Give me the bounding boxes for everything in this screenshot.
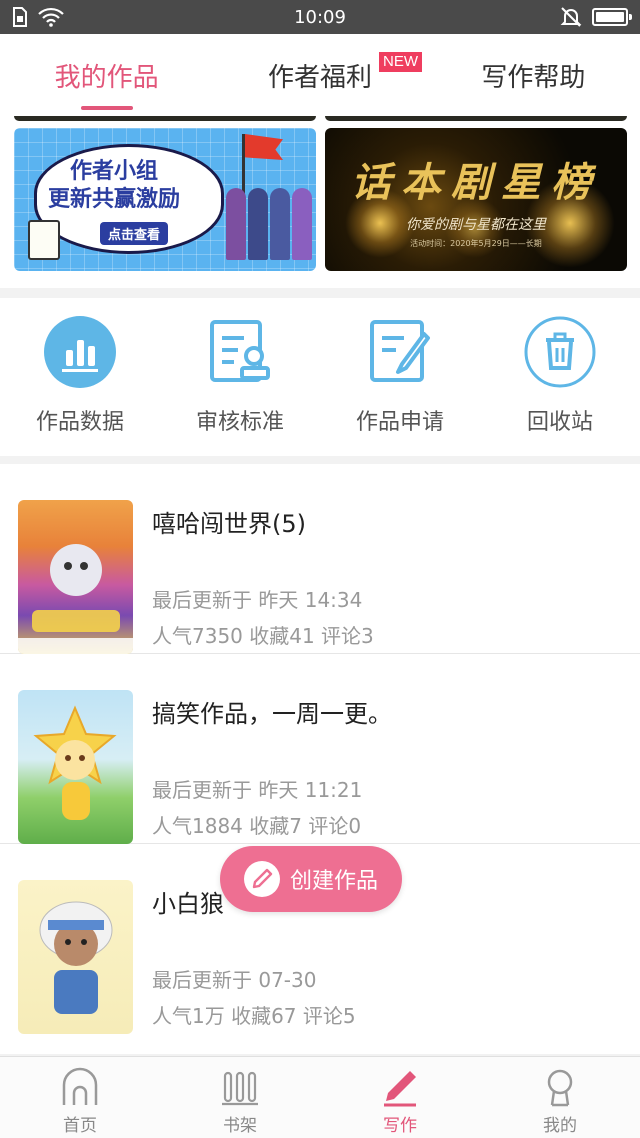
work-title: 小白狼 — [152, 890, 224, 918]
banner-title: 话本剧星榜 — [351, 159, 601, 206]
quick-label: 作品数据 — [35, 410, 124, 435]
work-update-time: 最后更新于 昨天 11:21 — [152, 778, 363, 802]
tab-author-benefits[interactable]: 作者福利 NEW — [260, 34, 422, 116]
home-icon — [58, 1065, 102, 1109]
pencil-icon — [243, 861, 280, 897]
review-document-icon — [204, 316, 276, 388]
nav-bookshelf[interactable]: 书架 — [190, 1057, 290, 1138]
quick-actions: 作品数据 审核标准 作品申请 回收站 — [0, 298, 640, 456]
recycle-bin-button[interactable]: 回收站 — [485, 316, 635, 436]
nav-label: 我的 — [543, 1116, 577, 1136]
tab-label: 我的作品 — [54, 62, 159, 93]
view-button[interactable]: 点击查看 — [100, 222, 169, 245]
review-standards-button[interactable]: 审核标准 — [165, 316, 315, 436]
new-badge: NEW — [379, 52, 422, 72]
tab-label: 作者福利 — [267, 62, 372, 93]
quick-label: 作品申请 — [355, 410, 444, 435]
fab-label: 创建作品 — [289, 869, 378, 894]
work-title: 搞笑作品，一周一更。 — [152, 700, 392, 728]
wifi-icon — [38, 7, 64, 27]
nav-label: 书架 — [223, 1116, 257, 1136]
tab-label: 写作帮助 — [481, 62, 586, 93]
drama-star-banner[interactable]: 话本剧星榜 你爱的剧与星都在这里 活动时间：2020年5月29日——长期 — [325, 128, 627, 271]
flag-icon — [245, 134, 283, 160]
banner-time: 活动时间：2020年5月29日——长期 — [410, 239, 542, 248]
banner-title-line2: 更新共赢激励 — [47, 187, 180, 212]
bottom-nav: 首页 书架 写作 我的 — [0, 1056, 640, 1138]
quick-label: 审核标准 — [195, 410, 284, 435]
nav-home[interactable]: 首页 — [30, 1057, 130, 1138]
author-group-banner[interactable]: 作者小组 更新共赢激励 点击查看 — [14, 128, 316, 271]
battery-icon — [592, 8, 632, 26]
clipboard-icon — [28, 220, 60, 260]
work-cover — [18, 880, 133, 1034]
tab-my-works[interactable]: 我的作品 — [47, 34, 167, 116]
work-item[interactable]: 搞笑作品，一周一更。 最后更新于 昨天 11:21 人气1884 收藏7 评论0 — [0, 654, 640, 844]
mute-bell-icon — [560, 7, 582, 27]
work-data-button[interactable]: 作品数据 — [5, 316, 155, 436]
work-update-time: 最后更新于 07-30 — [152, 968, 317, 992]
nav-label: 首页 — [63, 1116, 97, 1136]
banner-title-line1: 作者小组 — [69, 159, 158, 184]
banner-section: 作者小组 更新共赢激励 点击查看 话本剧星榜 你爱的剧与星都在这里 活动时间：2… — [0, 116, 640, 288]
top-tab-bar: 我的作品 作者福利 NEW 写作帮助 — [0, 34, 640, 116]
banner-subtitle: 你爱的剧与星都在这里 — [406, 217, 546, 233]
nav-profile[interactable]: 我的 — [510, 1057, 610, 1138]
banner-title: 作者小组 更新共赢激励 — [14, 158, 214, 214]
create-work-button[interactable]: 创建作品 — [220, 846, 402, 912]
status-time: 10:09 — [294, 6, 346, 28]
work-update-time: 最后更新于 昨天 14:34 — [152, 588, 363, 612]
work-item[interactable]: 嘻哈闯世界(5) 最后更新于 昨天 14:34 人气7350 收藏41 评论3 — [0, 464, 640, 654]
work-application-button[interactable]: 作品申请 — [325, 316, 475, 436]
status-bar: 10:09 — [0, 0, 640, 34]
nav-write[interactable]: 写作 — [350, 1057, 450, 1138]
edit-document-icon — [364, 316, 436, 388]
work-cover — [18, 500, 133, 654]
sim-icon — [13, 7, 27, 27]
profile-icon — [538, 1065, 582, 1109]
bookshelf-icon — [218, 1065, 262, 1109]
pen-icon — [378, 1065, 422, 1109]
quick-label: 回收站 — [526, 410, 593, 435]
banner-strip — [14, 116, 316, 121]
work-title: 嘻哈闯世界(5) — [152, 510, 306, 538]
nav-label: 写作 — [383, 1116, 417, 1136]
banner-strip — [325, 116, 627, 121]
cartoon-kids — [226, 188, 312, 260]
tab-writing-help[interactable]: 写作帮助 — [473, 34, 593, 116]
bar-chart-icon — [44, 316, 116, 388]
work-cover — [18, 690, 133, 844]
work-stats: 人气1万 收藏67 评论5 — [152, 1004, 356, 1028]
work-stats: 人气7350 收藏41 评论3 — [152, 624, 374, 648]
trash-icon — [524, 316, 596, 388]
works-list: 嘻哈闯世界(5) 最后更新于 昨天 14:34 人气7350 收藏41 评论3 … — [0, 464, 640, 1054]
work-stats: 人气1884 收藏7 评论0 — [152, 814, 362, 838]
